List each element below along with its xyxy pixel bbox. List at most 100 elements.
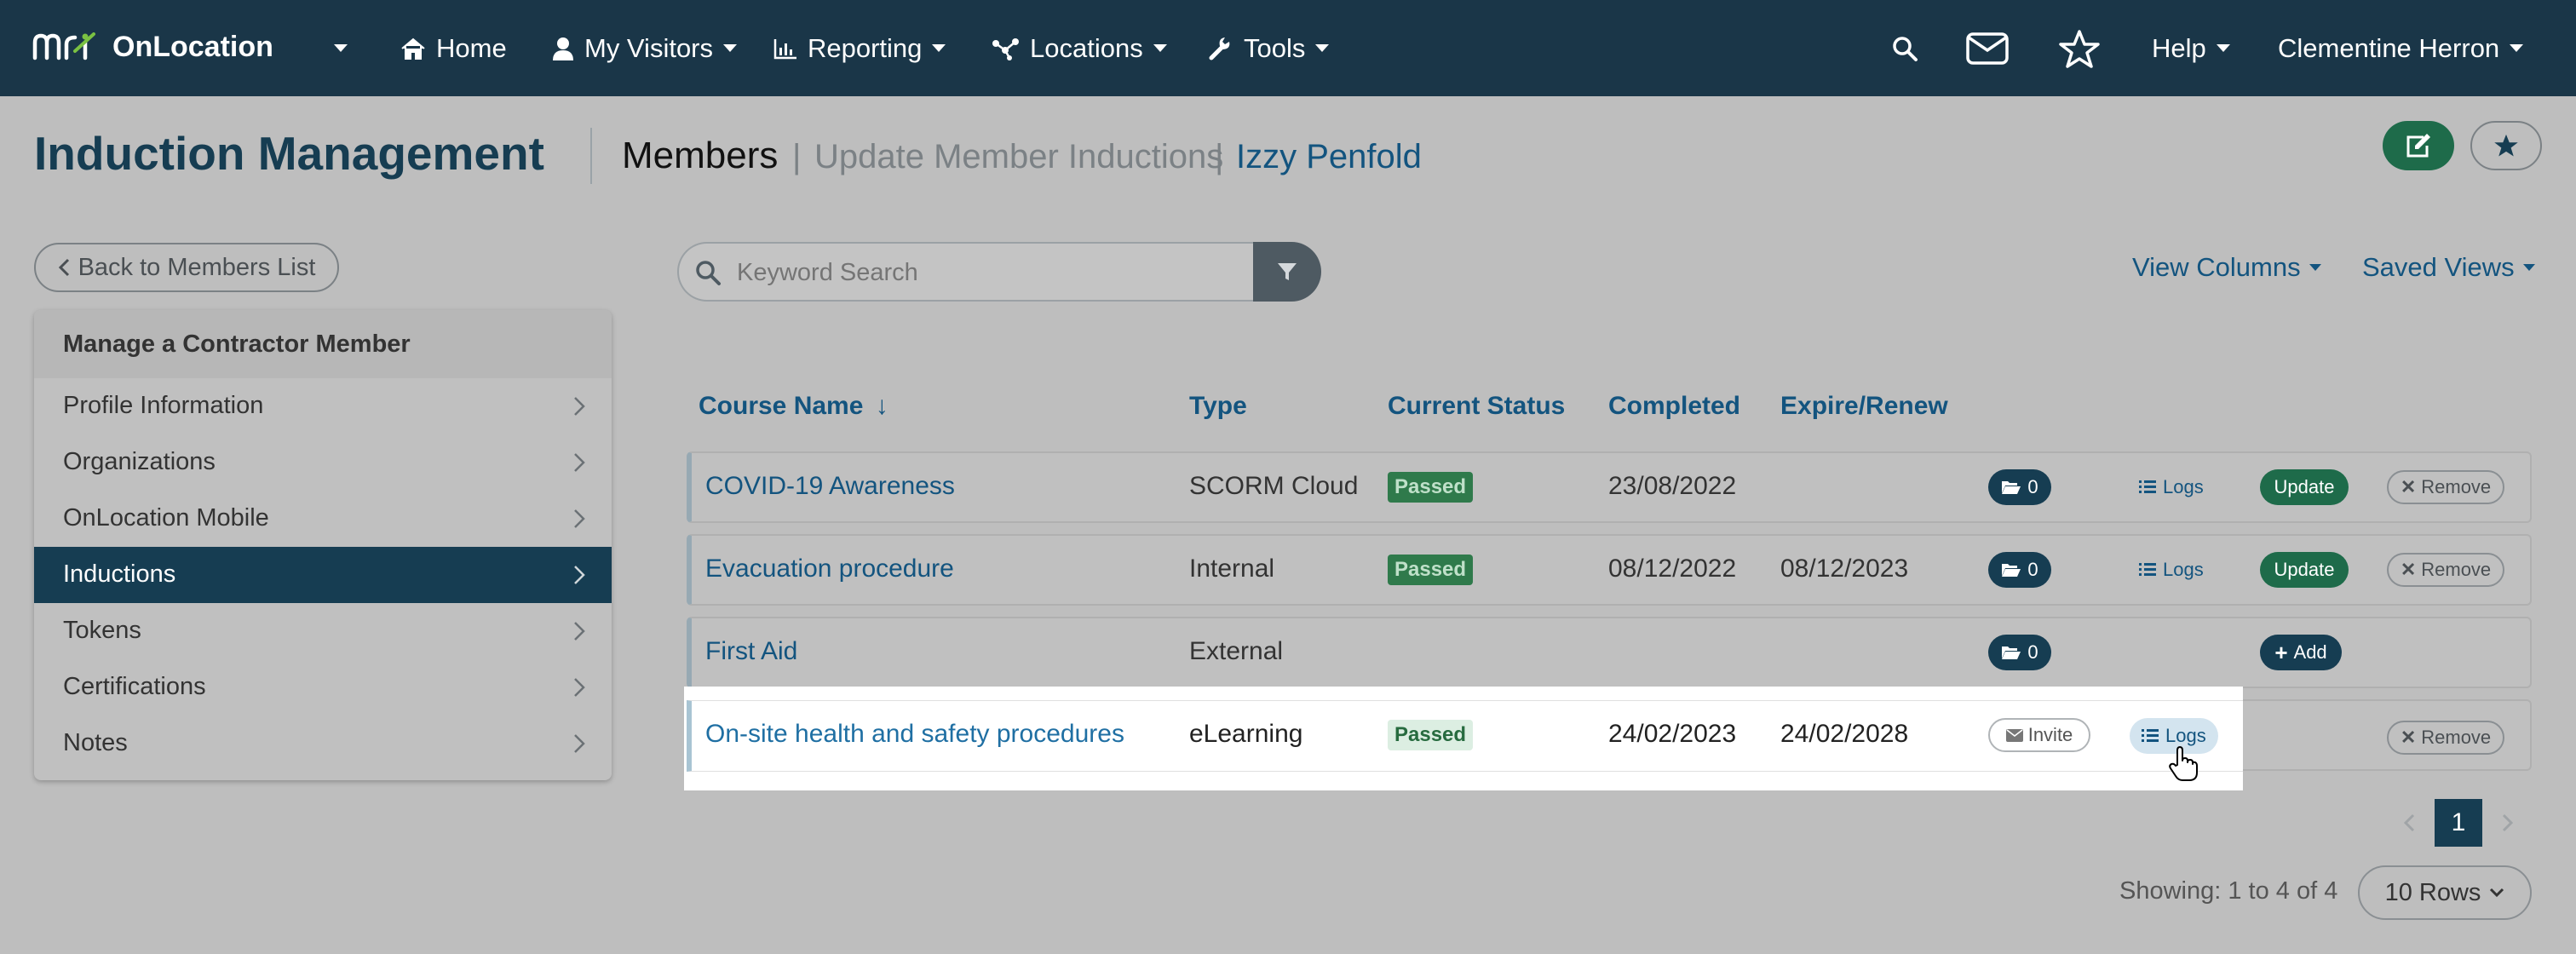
sidebar-heading: Manage a Contractor Member (34, 310, 612, 378)
expire-date: 24/02/2028 (1780, 720, 1909, 748)
search-field[interactable] (677, 242, 1253, 302)
invite-button[interactable]: Invite (1988, 718, 2090, 752)
chart-icon (773, 38, 796, 59)
rows-per-page-select[interactable]: 10 Rows (2358, 865, 2532, 920)
nav-tools[interactable]: Tools (1208, 0, 1330, 96)
remove-button[interactable]: ✕ Remove (2387, 470, 2504, 504)
column-header-completed[interactable]: Completed (1608, 392, 1740, 421)
remove-button[interactable]: ✕ Remove (2387, 553, 2504, 587)
showing-count: Showing: 1 to 4 of 4 (2119, 877, 2338, 905)
envelope-icon[interactable] (1966, 32, 2009, 65)
update-button[interactable]: Update (2260, 469, 2349, 505)
completed-date: 23/08/2022 (1608, 472, 1737, 500)
list-icon (2142, 729, 2159, 742)
logs-link[interactable]: Logs (2139, 476, 2204, 498)
breadcrumb-member-name[interactable]: Izzy Penfold (1236, 138, 1422, 176)
nav-reporting[interactable]: Reporting (773, 0, 946, 96)
next-page-button[interactable] (2484, 799, 2532, 847)
plus-icon: + (2274, 639, 2288, 665)
sidebar-item-label: Certifications (63, 673, 206, 700)
nav-tools-label: Tools (1244, 32, 1306, 63)
sidebar-item-inductions[interactable]: Inductions (34, 547, 612, 603)
search-icon[interactable] (1891, 35, 1918, 62)
page-title: Induction Management (34, 127, 544, 180)
app-brand[interactable]: OnLocation (112, 31, 273, 64)
column-header-type[interactable]: Type (1189, 392, 1247, 421)
folder-open-icon (2002, 481, 2021, 494)
close-icon: ✕ (2400, 727, 2417, 748)
star-icon[interactable] (2058, 29, 2101, 70)
wrench-icon (1209, 37, 1230, 60)
course-name-link[interactable]: Evacuation procedure (705, 555, 954, 583)
user-menu[interactable]: Clementine Herron (2278, 0, 2524, 96)
files-count-button[interactable]: 0 (1988, 469, 2051, 505)
chevron-right-icon (574, 678, 585, 697)
edit-icon (2406, 134, 2430, 158)
course-name-link[interactable]: On-site health and safety procedures (705, 720, 1124, 749)
nav-home[interactable]: Home (400, 0, 507, 96)
filter-button[interactable] (1253, 242, 1321, 302)
previous-page-button[interactable] (2385, 799, 2433, 847)
edit-button[interactable] (2383, 121, 2454, 170)
sidebar-item-notes[interactable]: Notes (34, 716, 612, 772)
page-1-button[interactable]: 1 (2435, 799, 2482, 847)
sort-descending-icon: ↓ (875, 392, 888, 420)
breadcrumb-update-member-inductions: Update Member Inductions (814, 138, 1224, 175)
column-header-course-name[interactable]: Course Name ↓ (699, 392, 888, 421)
caret-down-icon (1153, 44, 1167, 52)
column-header-current-status[interactable]: Current Status (1388, 392, 1565, 421)
star-icon (2494, 134, 2518, 157)
column-header-expire-renew[interactable]: Expire/Renew (1780, 392, 1948, 421)
back-to-members-button[interactable]: Back to Members List (34, 243, 339, 292)
course-name-link[interactable]: COVID-19 Awareness (705, 472, 955, 501)
chevron-right-icon (574, 509, 585, 528)
view-columns-label: View Columns (2132, 252, 2301, 282)
view-columns-dropdown[interactable]: View Columns (2132, 252, 2321, 283)
caret-down-icon (1315, 44, 1330, 52)
top-navbar: OnLocation Home My Visitors Reporting Lo… (0, 0, 2576, 96)
envelope-icon (2005, 728, 2023, 742)
files-count-button[interactable]: 0 (1988, 635, 2051, 670)
saved-views-dropdown[interactable]: Saved Views (2362, 252, 2535, 283)
list-icon (2139, 480, 2156, 493)
nav-locations[interactable]: Locations (991, 0, 1167, 96)
chevron-right-icon (574, 453, 585, 472)
app-switcher-dropdown[interactable] (334, 0, 348, 96)
files-count-button[interactable]: 0 (1988, 552, 2051, 588)
header-divider (590, 128, 592, 184)
sidebar-item-onlocation-mobile[interactable]: OnLocation Mobile (34, 491, 612, 547)
chevron-left-icon (58, 258, 69, 277)
caret-down-icon (334, 44, 348, 52)
mri-logo-icon[interactable] (32, 32, 99, 61)
remove-button[interactable]: ✕ Remove (2387, 721, 2504, 755)
breadcrumb-members[interactable]: Members (622, 135, 778, 177)
network-icon (992, 37, 1019, 60)
nav-reporting-label: Reporting (808, 32, 923, 63)
sidebar-item-certifications[interactable]: Certifications (34, 659, 612, 716)
user-icon (553, 37, 573, 60)
chevron-right-icon (2502, 813, 2514, 832)
course-type: eLearning (1189, 720, 1303, 748)
keyword-search-input[interactable] (735, 252, 1233, 293)
hand-pointer-cursor-icon (2169, 746, 2198, 782)
sidebar-item-tokens[interactable]: Tokens (34, 603, 612, 659)
sidebar-item-label: Tokens (63, 617, 141, 644)
nav-locations-label: Locations (1030, 32, 1143, 63)
update-button[interactable]: Update (2260, 552, 2349, 588)
chevron-right-icon (574, 397, 585, 416)
logs-link[interactable]: Logs (2139, 559, 2204, 581)
course-name-link[interactable]: First Aid (705, 637, 797, 666)
chevron-down-icon (2490, 888, 2504, 898)
chevron-right-icon (574, 566, 585, 584)
course-type: SCORM Cloud (1189, 472, 1359, 500)
add-button[interactable]: + Add (2260, 635, 2342, 670)
favorite-button[interactable] (2470, 121, 2542, 170)
sidebar-item-label: Profile Information (63, 392, 264, 419)
nav-my-visitors[interactable]: My Visitors (552, 0, 738, 96)
sidebar-item-organizations[interactable]: Organizations (34, 434, 612, 491)
nav-help[interactable]: Help (2152, 0, 2230, 96)
status-badge: Passed (1388, 720, 1474, 750)
caret-down-icon (723, 44, 738, 52)
close-icon: ✕ (2400, 476, 2417, 497)
sidebar-item-profile-information[interactable]: Profile Information (34, 378, 612, 434)
